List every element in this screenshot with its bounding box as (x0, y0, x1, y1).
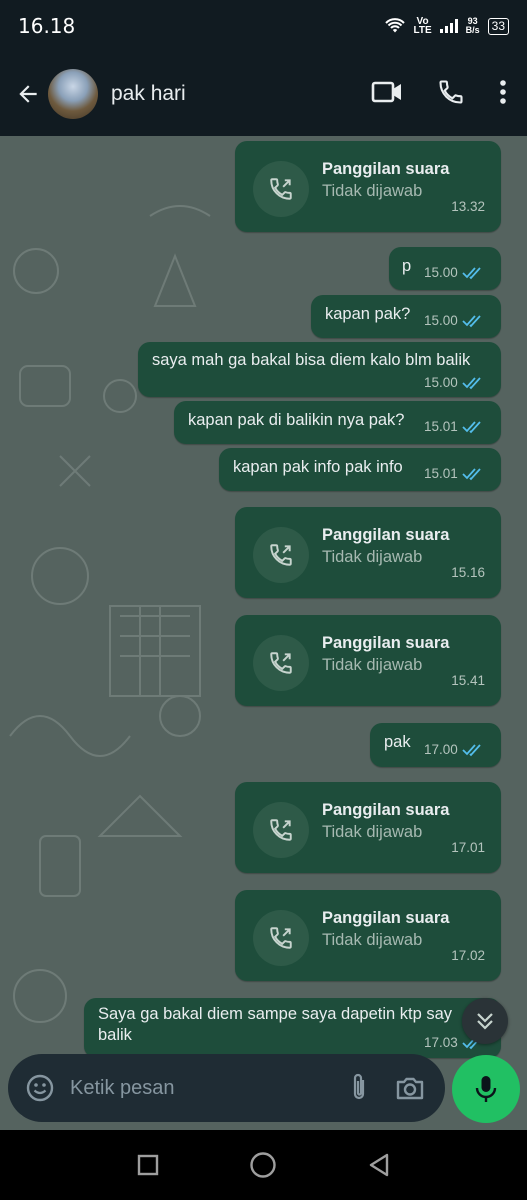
text-message[interactable]: saya mah ga bakal bisa diem kalo blm bal… (138, 342, 501, 397)
home-icon[interactable] (243, 1145, 283, 1185)
wifi-icon (385, 18, 406, 33)
call-title: Panggilan suara (322, 160, 450, 178)
attach-icon[interactable] (343, 1072, 375, 1104)
message-meta: 17.00 (424, 742, 484, 757)
text-message[interactable]: pak 17.00 (370, 723, 501, 767)
call-title: Panggilan suara (322, 909, 450, 927)
emoji-icon[interactable] (24, 1072, 56, 1104)
scroll-to-bottom-button[interactable] (462, 998, 508, 1044)
call-message[interactable]: Panggilan suara Tidak dijawab 13.32 (235, 141, 501, 232)
read-ticks-icon (462, 314, 481, 327)
call-status: Tidak dijawab (322, 931, 423, 949)
recents-icon[interactable] (128, 1145, 168, 1185)
read-ticks-icon (462, 376, 481, 389)
text-message[interactable]: kapan pak? 15.00 (311, 295, 501, 338)
message-time: 15.16 (451, 565, 485, 580)
message-time: 17.03 (424, 1035, 458, 1050)
message-time: 17.02 (451, 948, 485, 963)
call-title: Panggilan suara (322, 526, 450, 544)
camera-icon[interactable] (393, 1071, 427, 1105)
read-ticks-icon (462, 743, 481, 756)
message-text-line1: Saya ga bakal diem sampe saya dapetin kt… (98, 1005, 453, 1023)
text-message[interactable]: kapan pak info pak info 15.01 (219, 448, 501, 491)
call-message[interactable]: Panggilan suara Tidak dijawab 17.02 (235, 890, 501, 981)
volte-indicator: Vo LTE (413, 16, 432, 36)
message-text: pak (384, 733, 411, 751)
network-speed: 93 B/s (465, 16, 480, 35)
message-meta: 15.00 (424, 313, 484, 328)
read-ticks-icon (462, 420, 481, 433)
status-bar: 16.18 Vo LTE 93 B/s 33 (0, 0, 527, 52)
text-message[interactable]: p 15.00 (389, 247, 501, 290)
mic-icon (475, 1076, 497, 1102)
message-meta: 15.00 (424, 375, 484, 390)
back-arrow-icon[interactable] (6, 72, 50, 116)
read-ticks-icon (462, 467, 481, 480)
message-time: 15.01 (424, 419, 458, 434)
missed-call-icon (253, 527, 309, 583)
call-title: Panggilan suara (322, 634, 450, 652)
call-status: Tidak dijawab (322, 823, 423, 841)
call-status: Tidak dijawab (322, 656, 423, 674)
missed-call-icon (253, 635, 309, 691)
call-status: Tidak dijawab (322, 182, 423, 200)
message-meta: 15.00 (424, 265, 484, 280)
call-message[interactable]: Panggilan suara Tidak dijawab 15.41 (235, 615, 501, 706)
message-meta: 15.01 (424, 466, 484, 481)
call-message[interactable]: Panggilan suara Tidak dijawab 17.01 (235, 782, 501, 873)
message-time: 17.01 (451, 840, 485, 855)
call-status: Tidak dijawab (322, 548, 423, 566)
read-ticks-icon (462, 266, 481, 279)
message-meta: 15.01 (424, 419, 484, 434)
message-text: kapan pak di balikin nya pak? (188, 411, 405, 429)
status-icons: Vo LTE 93 B/s 33 (385, 16, 509, 36)
message-time: 15.41 (451, 673, 485, 688)
message-time: 13.32 (451, 199, 485, 214)
contact-name[interactable]: pak hari (111, 82, 371, 106)
signal-icon (439, 19, 458, 33)
message-text: p (402, 257, 412, 275)
back-nav-icon[interactable] (359, 1145, 399, 1185)
video-call-icon[interactable] (371, 79, 403, 110)
chat-header: pak hari (0, 52, 527, 136)
message-text: kapan pak? (325, 305, 411, 323)
text-message[interactable]: Saya ga bakal diem sampe saya dapetin kt… (84, 998, 501, 1058)
battery-icon: 33 (487, 17, 509, 35)
message-input[interactable] (70, 1076, 343, 1100)
message-time: 15.00 (424, 265, 458, 280)
message-composer (8, 1054, 445, 1122)
call-title: Panggilan suara (322, 801, 450, 819)
system-nav-bar (0, 1130, 527, 1200)
missed-call-icon (253, 802, 309, 858)
chat-area[interactable]: Panggilan suara Tidak dijawab 13.32 p 15… (0, 136, 527, 1130)
text-message[interactable]: kapan pak di balikin nya pak? 15.01 (174, 401, 501, 444)
call-message[interactable]: Panggilan suara Tidak dijawab 15.16 (235, 507, 501, 598)
message-time: 15.00 (424, 313, 458, 328)
message-time: 15.00 (424, 375, 458, 390)
battery-level: 33 (491, 18, 505, 33)
message-time: 17.00 (424, 742, 458, 757)
missed-call-icon (253, 910, 309, 966)
message-text: kapan pak info pak info (233, 458, 403, 476)
message-text-line2: balik (98, 1026, 132, 1044)
message-text: saya mah ga bakal bisa diem kalo blm bal… (152, 351, 471, 369)
message-time: 15.01 (424, 466, 458, 481)
voice-record-button[interactable] (452, 1055, 520, 1123)
phone-icon[interactable] (437, 78, 465, 111)
more-vert-icon[interactable] (499, 79, 507, 110)
missed-call-icon (253, 161, 309, 217)
avatar[interactable] (48, 69, 98, 119)
status-time: 16.18 (18, 14, 76, 38)
double-chevron-down-icon (477, 1013, 493, 1030)
